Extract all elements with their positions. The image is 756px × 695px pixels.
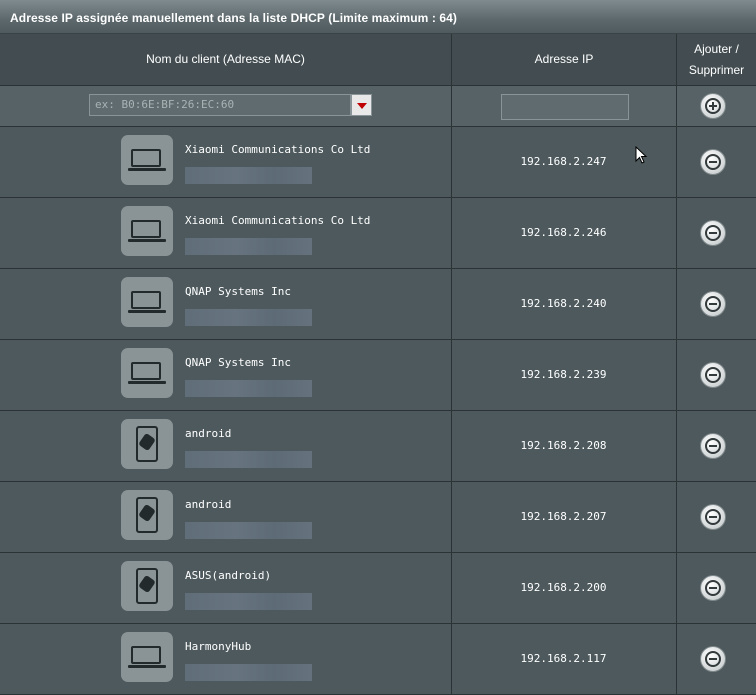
client-ip-address: 192.168.2.207 <box>520 510 607 523</box>
column-header-ip: Adresse IP <box>452 34 677 85</box>
column-header-client: Nom du client (Adresse MAC) <box>0 34 452 85</box>
redacted-mac-address <box>185 451 312 468</box>
client-name: ASUS(android) <box>185 569 272 582</box>
laptop-icon[interactable] <box>121 135 173 185</box>
table-row: android 192.168.2.207 <box>0 482 756 553</box>
client-name: QNAP Systems Inc <box>185 356 291 369</box>
client-ip-address: 192.168.2.239 <box>520 368 607 381</box>
column-header-action-line2: Supprimer <box>688 62 745 77</box>
ip-address-input[interactable] <box>501 94 629 120</box>
table-row: HarmonyHub 192.168.2.117 <box>0 624 756 695</box>
client-ip-address: 192.168.2.240 <box>520 297 607 310</box>
client-dropdown-button[interactable] <box>351 94 372 116</box>
minus-circle-icon <box>709 232 717 234</box>
delete-entry-button[interactable] <box>700 362 726 388</box>
laptop-icon[interactable] <box>121 632 173 682</box>
mac-address-input[interactable]: ex: B0:6E:BF:26:EC:60 <box>89 94 351 116</box>
minus-circle-icon <box>709 161 717 163</box>
minus-circle-icon <box>709 587 717 589</box>
delete-entry-button[interactable] <box>700 575 726 601</box>
client-ip-address: 192.168.2.117 <box>520 652 607 665</box>
table-row: Xiaomi Communications Co Ltd 192.168.2.24… <box>0 198 756 269</box>
mouse-cursor-icon <box>635 146 647 164</box>
section-title: Adresse IP assignée manuellement dans la… <box>10 11 458 25</box>
android-phone-icon[interactable] <box>121 561 173 611</box>
column-header-client-label: Nom du client (Adresse MAC) <box>146 52 305 66</box>
laptop-icon[interactable] <box>121 348 173 398</box>
client-name: Xiaomi Communications Co Ltd <box>185 214 371 227</box>
table-row: ASUS(android) 192.168.2.200 <box>0 553 756 624</box>
client-ip-address: 192.168.2.208 <box>520 439 607 452</box>
client-ip-address: 192.168.2.246 <box>520 226 607 239</box>
redacted-mac-address <box>185 309 312 326</box>
android-phone-icon[interactable] <box>121 419 173 469</box>
client-name: QNAP Systems Inc <box>185 285 291 298</box>
table-row: QNAP Systems Inc 192.168.2.240 <box>0 269 756 340</box>
laptop-icon[interactable] <box>121 206 173 256</box>
table-row: android 192.168.2.208 <box>0 411 756 482</box>
delete-entry-button[interactable] <box>700 433 726 459</box>
new-entry-row: ex: B0:6E:BF:26:EC:60 <box>0 85 756 127</box>
section-title-bar: Adresse IP assignée manuellement dans la… <box>0 0 756 34</box>
minus-circle-icon <box>709 303 717 305</box>
column-header-action-line1: Ajouter / <box>694 41 739 56</box>
redacted-mac-address <box>185 664 312 681</box>
redacted-mac-address <box>185 238 312 255</box>
delete-entry-button[interactable] <box>700 149 726 175</box>
client-name: Xiaomi Communications Co Ltd <box>185 143 371 156</box>
client-ip-address: 192.168.2.200 <box>520 581 607 594</box>
minus-circle-icon <box>709 445 717 447</box>
minus-circle-icon <box>709 658 717 660</box>
table-row: QNAP Systems Inc 192.168.2.239 <box>0 340 756 411</box>
redacted-mac-address <box>185 593 312 610</box>
redacted-mac-address <box>185 167 312 184</box>
client-name: android <box>185 427 232 440</box>
delete-entry-button[interactable] <box>700 291 726 317</box>
client-name: android <box>185 498 232 511</box>
minus-circle-icon <box>709 374 717 376</box>
delete-entry-button[interactable] <box>700 504 726 530</box>
add-entry-button[interactable] <box>700 93 726 119</box>
column-header-ip-label: Adresse IP <box>534 52 594 66</box>
column-header-action: Ajouter / Supprimer <box>677 34 756 85</box>
redacted-mac-address <box>185 522 312 539</box>
client-name: HarmonyHub <box>185 640 252 653</box>
minus-circle-icon <box>709 516 717 518</box>
android-phone-icon[interactable] <box>121 490 173 540</box>
delete-entry-button[interactable] <box>700 646 726 672</box>
redacted-mac-address <box>185 380 312 397</box>
laptop-icon[interactable] <box>121 277 173 327</box>
delete-entry-button[interactable] <box>700 220 726 246</box>
